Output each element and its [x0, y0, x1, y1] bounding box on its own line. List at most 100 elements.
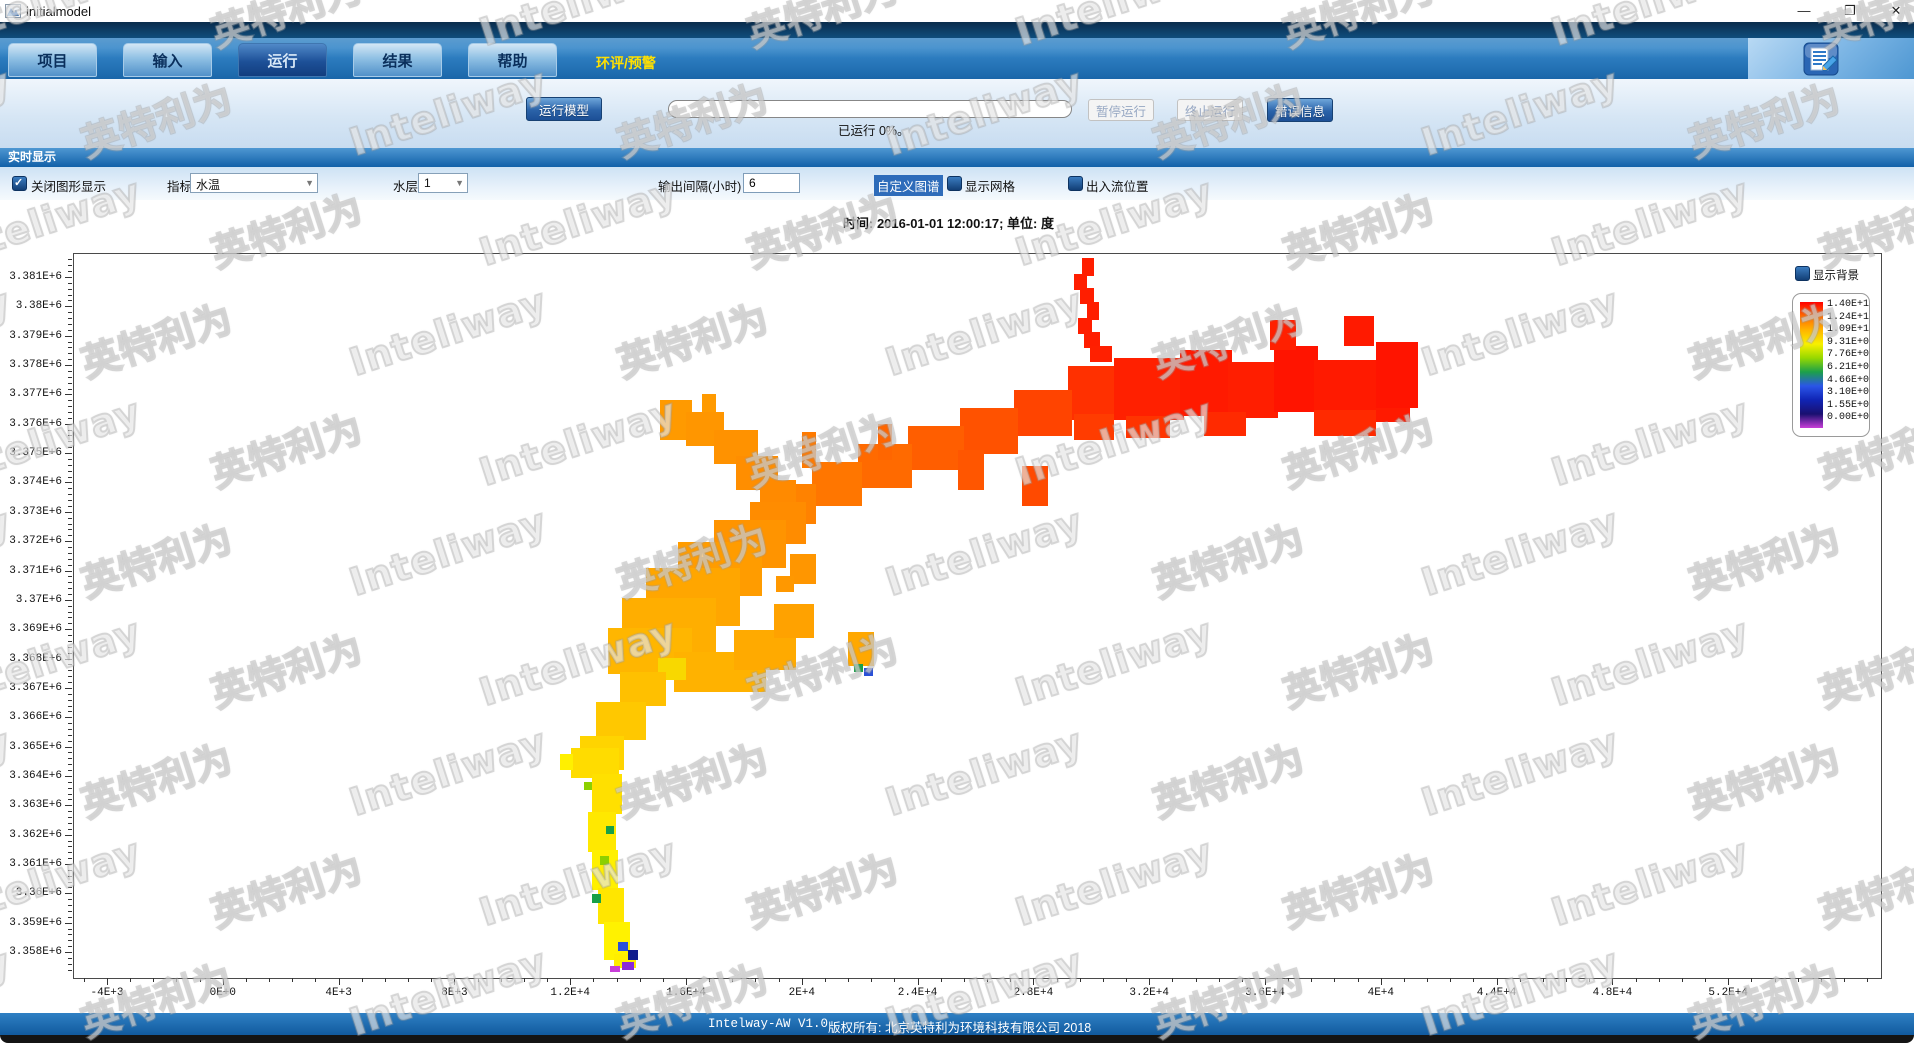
legend-value: 1.55E+0	[1827, 400, 1869, 413]
minimize-button[interactable]: —	[1796, 0, 1812, 22]
ribbon-top-strip	[0, 22, 1914, 38]
restore-button[interactable]: ❐	[1842, 0, 1858, 22]
tick-mark	[65, 923, 72, 924]
window-bottom-edge	[0, 1035, 1914, 1043]
tick-mark	[593, 978, 594, 982]
tick-mark	[68, 647, 72, 648]
tick-mark	[1705, 978, 1706, 982]
tick-mark	[1427, 978, 1428, 982]
legend-value: 4.66E+0	[1827, 375, 1869, 388]
run-model-button[interactable]: 运行模型	[526, 97, 602, 121]
layer-select[interactable]: 1 ▼	[418, 173, 468, 193]
tick-mark	[65, 571, 72, 572]
custom-spectrum-button[interactable]: 自定义图谱	[874, 175, 943, 196]
tick-mark	[68, 518, 72, 519]
tick-mark	[1844, 978, 1845, 982]
copyright-text: 版权所有: 北京英特利为环境科技有限公司 2018	[828, 1017, 1091, 1036]
indicator-select[interactable]: 水温 ▼	[190, 173, 318, 193]
tick-mark	[1057, 978, 1058, 982]
tick-mark	[68, 917, 72, 918]
tick-mark	[65, 394, 72, 395]
tick-label: 2.8E+4	[1014, 987, 1054, 999]
close-button[interactable]: ✕	[1888, 0, 1904, 22]
close-graphics-checkbox[interactable]	[12, 176, 27, 191]
tick-mark	[68, 823, 72, 824]
inout-flow-checkbox[interactable]	[1068, 176, 1083, 191]
tick-mark	[68, 430, 72, 431]
output-interval-input[interactable]	[743, 173, 800, 193]
tick-label: 3.381E+6	[2, 271, 62, 283]
tick-mark	[454, 978, 455, 985]
tick-mark	[68, 477, 72, 478]
chevron-down-icon: ▼	[305, 178, 314, 188]
tick-mark	[68, 389, 72, 390]
tick-mark	[68, 882, 72, 883]
tick-mark	[68, 770, 72, 771]
tick-mark	[65, 482, 72, 483]
tick-mark	[68, 623, 72, 624]
menu-tab[interactable]: 项目	[8, 43, 97, 77]
stop-run-button[interactable]: 终止运行	[1177, 99, 1243, 121]
time-unit-label: 时间: 2016-01-01 12:00:17; 单位: 度	[843, 213, 1054, 232]
tick-mark	[65, 541, 72, 542]
tick-label: 3.37E+6	[2, 594, 62, 606]
tick-mark	[1682, 978, 1683, 982]
show-grid-checkbox[interactable]	[947, 176, 962, 191]
show-background-checkbox[interactable]	[1795, 266, 1810, 281]
tick-mark	[68, 494, 72, 495]
tick-mark	[68, 817, 72, 818]
menu-tab[interactable]: 输入	[123, 43, 212, 77]
tick-mark	[964, 978, 965, 982]
tick-mark	[68, 711, 72, 712]
tick-mark	[68, 289, 72, 290]
tick-mark	[68, 682, 72, 683]
tick-mark	[1612, 978, 1613, 985]
legend-value: 1.40E+1	[1827, 299, 1869, 312]
tick-mark	[1751, 978, 1752, 982]
tick-mark	[68, 265, 72, 266]
menu-tab[interactable]: 结果	[353, 43, 442, 77]
tick-mark	[1334, 978, 1335, 982]
tick-mark	[1080, 978, 1081, 982]
tick-mark	[65, 424, 72, 425]
tick-mark	[68, 295, 72, 296]
pause-run-button[interactable]: 暂停运行	[1088, 99, 1154, 121]
env-warning-label[interactable]: 环评/预警	[596, 53, 656, 73]
document-edit-icon[interactable]	[1803, 42, 1839, 76]
tick-label: 0E+0	[210, 987, 236, 999]
tick-label: 3.2E+4	[1129, 987, 1169, 999]
tick-label: 3.379E+6	[2, 330, 62, 342]
tick-mark	[68, 342, 72, 343]
window-title: initialmodel	[26, 4, 91, 19]
menu-tab[interactable]: 运行	[238, 43, 327, 77]
tick-mark	[65, 277, 72, 278]
tick-mark	[68, 617, 72, 618]
tick-label: -4E+3	[90, 987, 123, 999]
legend-value: 1.09E+1	[1827, 324, 1869, 337]
tick-mark	[65, 453, 72, 454]
tick-mark	[65, 776, 72, 777]
tick-mark	[501, 978, 502, 982]
titlebar: initialmodel — ❐ ✕	[0, 0, 1914, 22]
tick-mark	[1450, 978, 1451, 982]
tick-mark	[1497, 978, 1498, 985]
run-toolbar: 运行模型 已运行 0%。 暂停运行 终止运行 错误信息	[0, 79, 1914, 148]
error-info-button[interactable]: 错误信息	[1267, 98, 1333, 122]
tick-mark	[987, 978, 988, 982]
tick-mark	[68, 565, 72, 566]
tick-mark	[65, 512, 72, 513]
tick-mark	[65, 893, 72, 894]
tick-mark	[68, 706, 72, 707]
tick-label: 3.367E+6	[2, 682, 62, 694]
tick-mark	[385, 978, 386, 982]
tick-label: 4.4E+4	[1477, 987, 1517, 999]
legend-value: 7.76E+0	[1827, 349, 1869, 362]
indicator-label: 指标	[167, 176, 192, 195]
realtime-section-header: 实时显示	[0, 148, 1914, 167]
tick-mark	[68, 553, 72, 554]
tick-mark	[68, 594, 72, 595]
tick-mark	[65, 835, 72, 836]
tick-mark	[68, 664, 72, 665]
menu-tab[interactable]: 帮助	[468, 43, 557, 77]
tick-mark	[68, 535, 72, 536]
